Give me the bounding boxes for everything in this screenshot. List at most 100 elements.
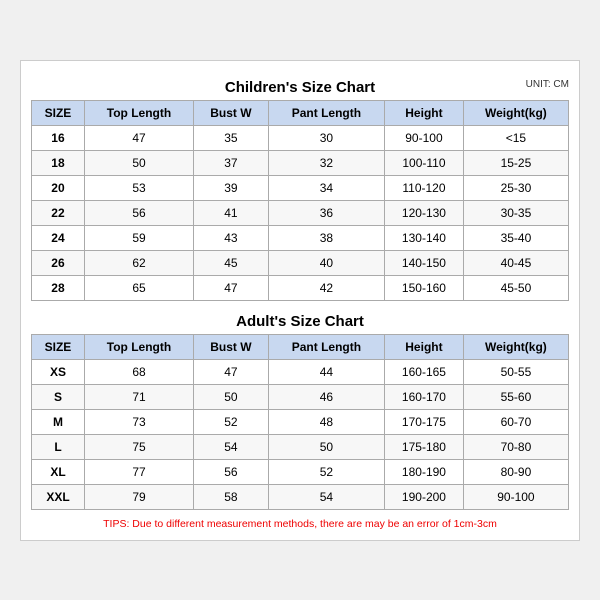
table-row: S715046160-17055-60 xyxy=(32,384,569,409)
data-cell: 71 xyxy=(84,384,193,409)
data-cell: 56 xyxy=(194,459,269,484)
children-col-toplength: Top Length xyxy=(84,100,193,125)
adult-header-row: SIZE Top Length Bust W Pant Length Heigh… xyxy=(32,334,569,359)
data-cell: 50 xyxy=(84,150,193,175)
adult-col-bustw: Bust W xyxy=(194,334,269,359)
data-cell: 73 xyxy=(84,409,193,434)
data-cell: 150-160 xyxy=(385,275,464,300)
data-cell: 70-80 xyxy=(463,434,568,459)
table-row: XXL795854190-20090-100 xyxy=(32,484,569,509)
data-cell: 40 xyxy=(268,250,384,275)
data-cell: 15-25 xyxy=(463,150,568,175)
adult-col-size: SIZE xyxy=(32,334,85,359)
data-cell: 35-40 xyxy=(463,225,568,250)
data-cell: 160-170 xyxy=(385,384,464,409)
data-cell: 120-130 xyxy=(385,200,464,225)
adult-col-toplength: Top Length xyxy=(84,334,193,359)
size-cell: 16 xyxy=(32,125,85,150)
data-cell: 41 xyxy=(194,200,269,225)
adult-col-height: Height xyxy=(385,334,464,359)
table-row: 18503732100-11015-25 xyxy=(32,150,569,175)
adult-title: Adult's Size Chart xyxy=(31,307,569,334)
children-title-text: Children's Size Chart xyxy=(225,79,375,96)
data-cell: 60-70 xyxy=(463,409,568,434)
tips-text: TIPS: Due to different measurement metho… xyxy=(31,518,569,530)
data-cell: 180-190 xyxy=(385,459,464,484)
data-cell: 43 xyxy=(194,225,269,250)
table-row: 26624540140-15040-45 xyxy=(32,250,569,275)
data-cell: 79 xyxy=(84,484,193,509)
data-cell: 170-175 xyxy=(385,409,464,434)
data-cell: 47 xyxy=(194,359,269,384)
data-cell: 130-140 xyxy=(385,225,464,250)
data-cell: 30-35 xyxy=(463,200,568,225)
data-cell: 75 xyxy=(84,434,193,459)
data-cell: 62 xyxy=(84,250,193,275)
table-row: XS684744160-16550-55 xyxy=(32,359,569,384)
children-title: Children's Size Chart UNIT: CM xyxy=(31,73,569,100)
size-cell: XL xyxy=(32,459,85,484)
size-cell: XXL xyxy=(32,484,85,509)
size-cell: 26 xyxy=(32,250,85,275)
data-cell: 56 xyxy=(84,200,193,225)
adult-col-weight: Weight(kg) xyxy=(463,334,568,359)
data-cell: 44 xyxy=(268,359,384,384)
data-cell: 190-200 xyxy=(385,484,464,509)
table-row: L755450175-18070-80 xyxy=(32,434,569,459)
size-cell: L xyxy=(32,434,85,459)
size-cell: XS xyxy=(32,359,85,384)
data-cell: 47 xyxy=(194,275,269,300)
data-cell: 59 xyxy=(84,225,193,250)
children-col-bustw: Bust W xyxy=(194,100,269,125)
data-cell: 50 xyxy=(268,434,384,459)
data-cell: <15 xyxy=(463,125,568,150)
adult-tbody: XS684744160-16550-55S715046160-17055-60M… xyxy=(32,359,569,509)
data-cell: 160-165 xyxy=(385,359,464,384)
data-cell: 48 xyxy=(268,409,384,434)
data-cell: 54 xyxy=(268,484,384,509)
data-cell: 53 xyxy=(84,175,193,200)
size-cell: M xyxy=(32,409,85,434)
data-cell: 34 xyxy=(268,175,384,200)
data-cell: 90-100 xyxy=(463,484,568,509)
unit-label: UNIT: CM xyxy=(526,79,569,90)
data-cell: 140-150 xyxy=(385,250,464,275)
table-row: 28654742150-16045-50 xyxy=(32,275,569,300)
data-cell: 39 xyxy=(194,175,269,200)
data-cell: 45 xyxy=(194,250,269,275)
data-cell: 36 xyxy=(268,200,384,225)
adult-section: Adult's Size Chart SIZE Top Length Bust … xyxy=(31,307,569,510)
table-row: M735248170-17560-70 xyxy=(32,409,569,434)
children-col-height: Height xyxy=(385,100,464,125)
data-cell: 68 xyxy=(84,359,193,384)
data-cell: 37 xyxy=(194,150,269,175)
children-col-weight: Weight(kg) xyxy=(463,100,568,125)
data-cell: 52 xyxy=(194,409,269,434)
data-cell: 100-110 xyxy=(385,150,464,175)
table-row: 22564136120-13030-35 xyxy=(32,200,569,225)
data-cell: 90-100 xyxy=(385,125,464,150)
data-cell: 32 xyxy=(268,150,384,175)
children-header-row: SIZE Top Length Bust W Pant Length Heigh… xyxy=(32,100,569,125)
data-cell: 30 xyxy=(268,125,384,150)
data-cell: 50 xyxy=(194,384,269,409)
table-row: 24594338130-14035-40 xyxy=(32,225,569,250)
data-cell: 110-120 xyxy=(385,175,464,200)
children-tbody: 1647353090-100<1518503732100-11015-25205… xyxy=(32,125,569,300)
adult-col-pantlength: Pant Length xyxy=(268,334,384,359)
data-cell: 40-45 xyxy=(463,250,568,275)
data-cell: 65 xyxy=(84,275,193,300)
data-cell: 80-90 xyxy=(463,459,568,484)
size-cell: 20 xyxy=(32,175,85,200)
data-cell: 42 xyxy=(268,275,384,300)
data-cell: 35 xyxy=(194,125,269,150)
data-cell: 46 xyxy=(268,384,384,409)
data-cell: 45-50 xyxy=(463,275,568,300)
chart-container: Children's Size Chart UNIT: CM SIZE Top … xyxy=(20,60,580,541)
size-cell: 24 xyxy=(32,225,85,250)
adult-table: SIZE Top Length Bust W Pant Length Heigh… xyxy=(31,334,569,510)
adult-title-text: Adult's Size Chart xyxy=(236,313,364,330)
data-cell: 25-30 xyxy=(463,175,568,200)
data-cell: 58 xyxy=(194,484,269,509)
children-col-pantlength: Pant Length xyxy=(268,100,384,125)
